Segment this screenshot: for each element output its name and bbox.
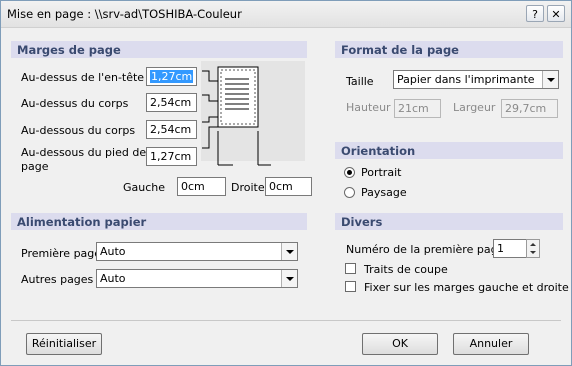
misc-heading: Divers [341, 215, 383, 229]
page-setup-dialog: Mise en page : \\srv-ad\TOSHIBA-Couleur … [0, 0, 572, 366]
first-page-number-value: 1 [497, 242, 504, 255]
orientation-heading: Orientation [341, 144, 416, 158]
margins-heading: Marges de page [17, 43, 121, 57]
footer-margin-label-1: Au-dessous du pied de [21, 146, 147, 159]
header-margin-value: 1,27cm [150, 70, 194, 83]
footer-divider [11, 320, 561, 321]
misc-header: Divers [335, 213, 563, 230]
left-margin-input[interactable]: 0cm [177, 177, 226, 196]
ok-button[interactable]: OK [362, 333, 438, 355]
page-size-label: Taille [346, 75, 374, 88]
body-top-margin-value: 2,54cm [150, 96, 192, 109]
first-page-number-spinner[interactable] [526, 239, 540, 258]
chevron-down-icon[interactable] [281, 270, 297, 287]
window-title: Mise en page : \\srv-ad\TOSHIBA-Couleur [7, 7, 242, 21]
other-pages-feed-value: Auto [100, 272, 126, 285]
page-width-input: 29,7cm [501, 99, 558, 118]
page-width-value: 29,7cm [505, 102, 547, 115]
page-format-header: Format de la page [335, 41, 563, 58]
left-margin-value: 0cm [181, 180, 205, 193]
body-bottom-margin-value: 2,54cm [150, 123, 192, 136]
page-format-heading: Format de la page [341, 43, 459, 57]
page-width-label: Largeur [453, 101, 496, 114]
body-top-margin-input[interactable]: 2,54cm [146, 93, 197, 112]
page-height-value: 21cm [398, 102, 429, 115]
footer-margin-value: 1,27cm [150, 150, 192, 163]
margins-header: Marges de page [11, 41, 307, 58]
page-size-value: Papier dans l'imprimante [397, 73, 535, 86]
landscape-radio[interactable] [344, 187, 355, 198]
header-margin-label: Au-dessus de l'en-tête [21, 71, 145, 84]
portrait-label[interactable]: Portrait [361, 166, 401, 179]
body-bottom-margin-label: Au-dessous du corps [21, 124, 136, 137]
fix-margins-checkbox[interactable] [345, 281, 356, 292]
landscape-label[interactable]: Paysage [361, 186, 407, 199]
left-margin-label: Gauche [123, 181, 166, 194]
page-size-select[interactable]: Papier dans l'imprimante [393, 70, 559, 89]
first-page-number-label: Numéro de la première page [346, 243, 505, 256]
orientation-header: Orientation [335, 142, 563, 159]
right-margin-input[interactable]: 0cm [265, 177, 312, 196]
page-height-input: 21cm [394, 99, 441, 118]
first-page-feed-value: Auto [100, 245, 126, 258]
page-height-label: Hauteur [346, 101, 391, 114]
chevron-down-icon[interactable] [281, 243, 297, 260]
crop-marks-checkbox[interactable] [345, 263, 356, 274]
body-bottom-margin-input[interactable]: 2,54cm [146, 120, 197, 139]
header-margin-input[interactable]: 1,27cm [146, 67, 197, 86]
close-icon: ✕ [551, 8, 561, 21]
paper-feed-header: Alimentation papier [11, 213, 307, 230]
other-pages-feed-label: Autres pages [21, 273, 94, 286]
footer-margin-input[interactable]: 1,27cm [146, 147, 197, 166]
help-icon: ? [532, 8, 538, 21]
portrait-radio[interactable] [344, 167, 355, 178]
close-button[interactable]: ✕ [547, 5, 565, 22]
cancel-button[interactable]: Annuler [453, 333, 529, 355]
chevron-down-icon[interactable] [542, 71, 558, 88]
footer-margin-label-2: page [21, 160, 49, 173]
paper-feed-heading: Alimentation papier [17, 215, 147, 229]
first-page-number-input[interactable]: 1 [493, 239, 527, 258]
first-page-feed-label: Première page [21, 247, 102, 260]
reset-button[interactable]: Réinitialiser [26, 333, 102, 355]
crop-marks-label[interactable]: Traits de coupe [364, 263, 448, 276]
fix-margins-label[interactable]: Fixer sur les marges gauche et droite [364, 281, 569, 294]
other-pages-feed-select[interactable]: Auto [96, 269, 298, 288]
help-button[interactable]: ? [526, 5, 544, 22]
title-bar: Mise en page : \\srv-ad\TOSHIBA-Couleur … [1, 1, 571, 28]
body-top-margin-label: Au-dessus du corps [21, 97, 129, 110]
page-margins-preview-icon [201, 61, 305, 166]
right-margin-value: 0cm [269, 180, 293, 193]
first-page-feed-select[interactable]: Auto [96, 242, 298, 261]
right-margin-label: Droite [231, 181, 265, 194]
